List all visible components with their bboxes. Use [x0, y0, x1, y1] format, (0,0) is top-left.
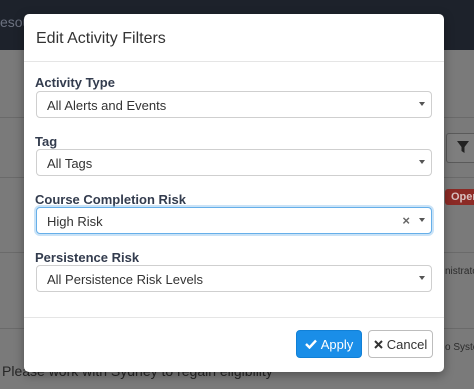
- apply-label: Apply: [320, 336, 354, 352]
- course-completion-risk-select[interactable]: High Risk ×: [36, 207, 432, 234]
- status-badge: Oper: [445, 189, 474, 205]
- background-side-text: nistrato: [445, 266, 474, 277]
- caret-down-icon: [419, 276, 425, 280]
- dialog-header: Edit Activity Filters: [24, 14, 444, 62]
- caret-down-icon: [419, 218, 425, 222]
- check-icon: [304, 339, 317, 349]
- activity-type-select[interactable]: All Alerts and Events: [36, 91, 432, 118]
- persistence-risk-label: Persistence Risk: [35, 250, 140, 265]
- dialog-footer: Apply Cancel: [24, 317, 444, 373]
- background-side-text: o Syster: [445, 342, 474, 353]
- clear-selection-icon[interactable]: ×: [402, 213, 410, 228]
- tag-value: All Tags: [47, 156, 93, 171]
- filter-button[interactable]: [446, 133, 474, 163]
- course-completion-risk-value: High Risk: [47, 214, 103, 229]
- tag-label: Tag: [35, 134, 58, 149]
- tag-select[interactable]: All Tags: [36, 149, 432, 176]
- persistence-risk-select[interactable]: All Persistence Risk Levels: [36, 265, 432, 292]
- filter-icon: [457, 141, 469, 153]
- close-icon: [374, 339, 383, 349]
- caret-down-icon: [419, 102, 425, 106]
- apply-button[interactable]: Apply: [296, 330, 362, 358]
- activity-type-label: Activity Type: [35, 75, 115, 90]
- dialog-title: Edit Activity Filters: [36, 30, 166, 47]
- activity-type-value: All Alerts and Events: [47, 98, 167, 113]
- cancel-label: Cancel: [386, 336, 428, 352]
- caret-down-icon: [419, 160, 425, 164]
- edit-activity-filters-dialog: Edit Activity Filters Activity Type All …: [24, 14, 444, 372]
- cancel-button[interactable]: Cancel: [368, 330, 433, 358]
- persistence-risk-value: All Persistence Risk Levels: [47, 272, 204, 287]
- course-completion-risk-label: Course Completion Risk: [35, 192, 186, 207]
